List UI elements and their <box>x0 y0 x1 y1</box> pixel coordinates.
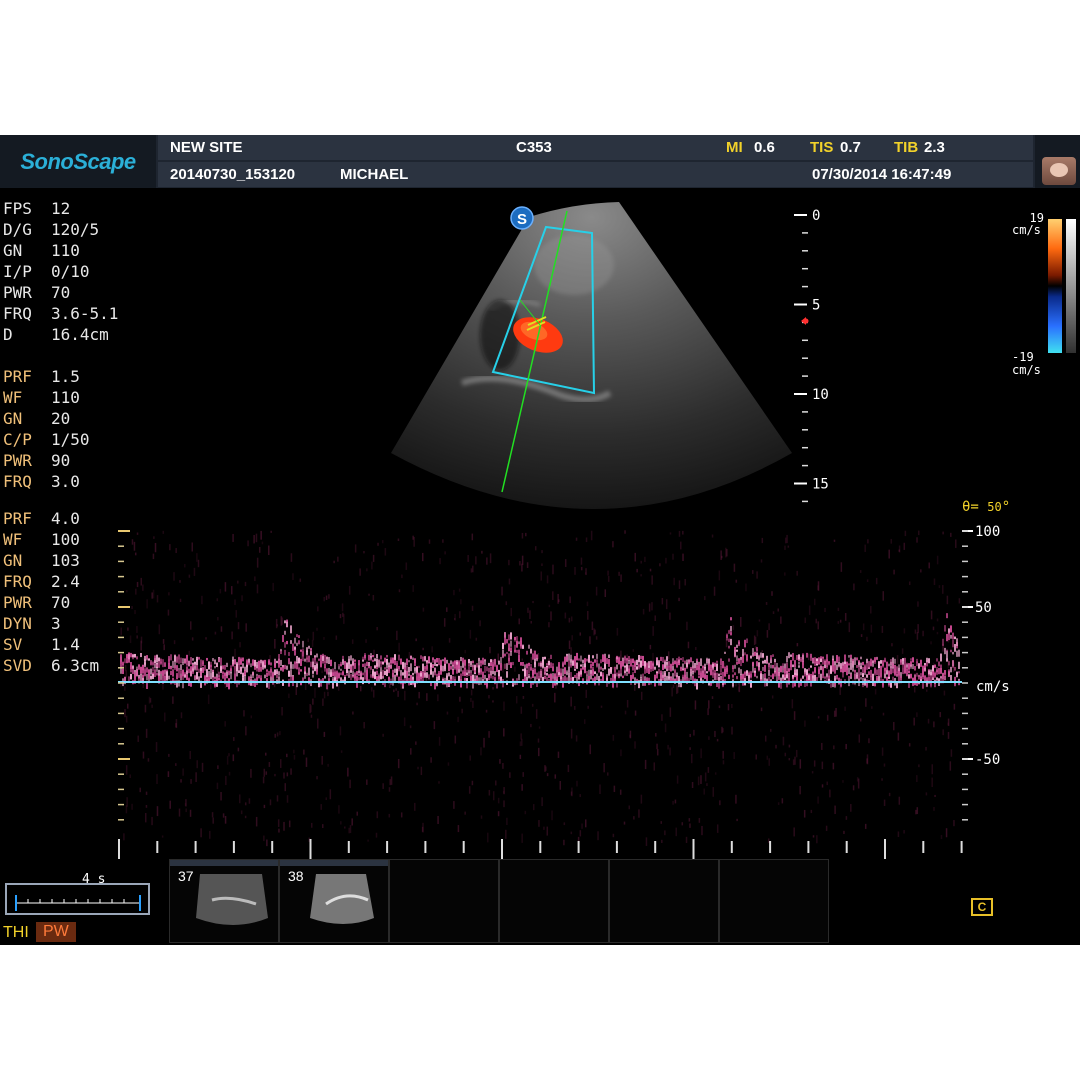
ultrasound-screen: SonoScape NEW SITE C353 MI 0.6 TIS 0.7 T… <box>0 135 1080 945</box>
depth-label: 0 <box>812 208 820 224</box>
angle-label: θ= 50° <box>962 499 1011 515</box>
depth-label: 15 <box>812 477 829 493</box>
thumbnail-slot-6[interactable] <box>719 859 829 943</box>
mode-pw[interactable]: PW <box>36 922 76 942</box>
color-velocity-bar <box>1048 219 1062 353</box>
doppler-left-ticks <box>118 530 130 821</box>
mode-thi[interactable]: THI <box>3 924 29 942</box>
sweep-label: 4 s <box>82 872 106 887</box>
thumbnail-slot-4[interactable] <box>499 859 609 943</box>
depth-label: 10 <box>812 387 829 403</box>
clip-icon[interactable]: C <box>971 898 993 916</box>
thumbnail-38[interactable]: 38 <box>279 859 389 943</box>
thumbnail-slot-3[interactable] <box>389 859 499 943</box>
depth-scale: 0 5 10 15 <box>794 208 829 503</box>
color-scale-unit-top: cm/s <box>1012 223 1041 237</box>
thumbnail-slot-5[interactable] <box>609 859 719 943</box>
doppler-scale-label: 100 <box>975 524 1000 540</box>
time-axis <box>118 839 963 859</box>
svg-text:S: S <box>517 211 527 228</box>
doppler-scale-label: cm/s <box>976 679 1010 695</box>
sweep-speed-box <box>5 883 150 915</box>
color-scale-bottom: -19 <box>1012 350 1034 364</box>
doppler-scale-label: -50 <box>975 752 1000 768</box>
color-scale-unit-bottom: cm/s <box>1012 363 1041 377</box>
imaging-layer: S 0 5 10 15 100 50 cm/s -50 <box>5 202 1076 915</box>
gray-map-bar <box>1066 219 1076 353</box>
depth-label: 5 <box>812 298 820 314</box>
doppler-scale-label: 50 <box>975 600 992 616</box>
doppler-scale: 100 50 cm/s -50 <box>962 524 1010 821</box>
thumbnail-37[interactable]: 37 <box>169 859 279 943</box>
doppler-spectrum <box>120 530 961 847</box>
